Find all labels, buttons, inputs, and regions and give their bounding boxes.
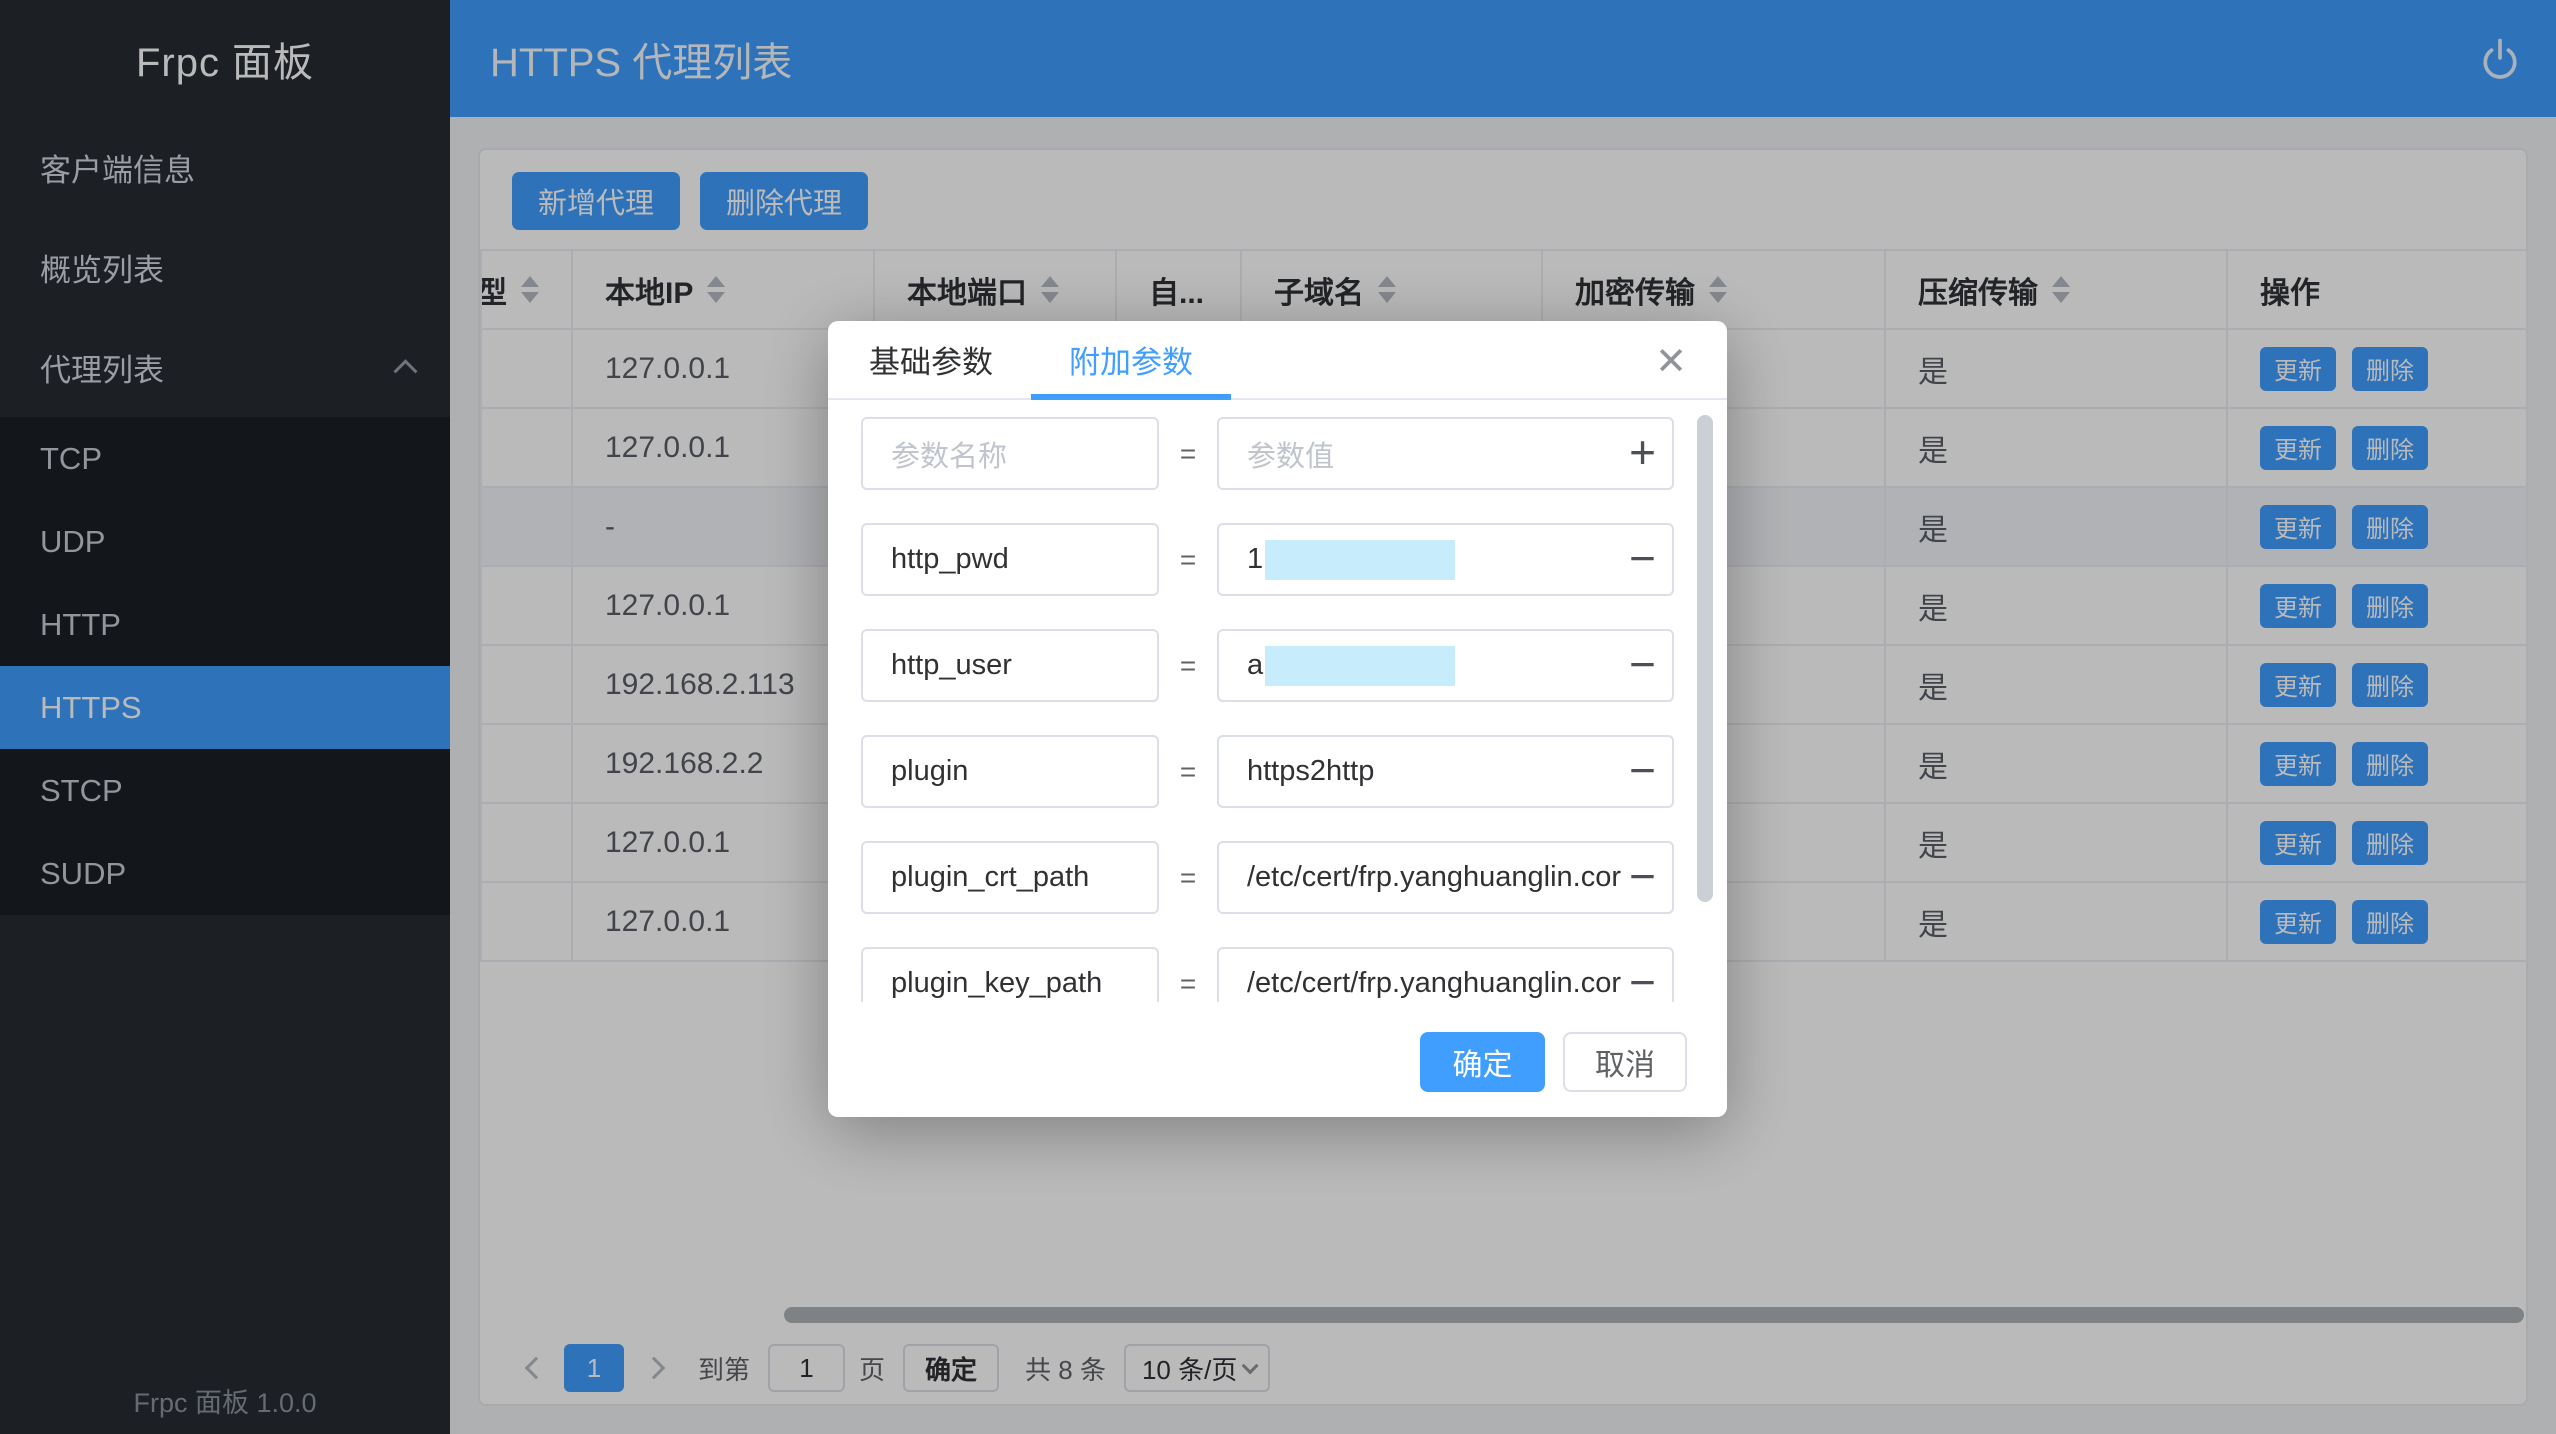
remove-param-icon[interactable]: − [1629,641,1656,687]
param-value-input[interactable]: 参数值 + [1217,417,1674,490]
param-value-input[interactable]: a − [1217,629,1674,702]
param-row: plugin = https2http − [861,735,1727,808]
param-name-input[interactable]: plugin_crt_path [861,841,1159,914]
masked-selection [1265,646,1455,686]
param-name-input[interactable]: http_pwd [861,523,1159,596]
param-name-input[interactable]: 参数名称 [861,417,1159,490]
equals-sign: = [1159,862,1217,894]
masked-selection [1265,540,1455,580]
remove-param-icon[interactable]: − [1629,747,1656,793]
remove-param-icon[interactable]: − [1629,853,1656,899]
param-value-input[interactable]: /etc/cert/frp.yanghuanglin.cor − [1217,947,1674,1002]
confirm-button[interactable]: 确定 [1420,1032,1545,1092]
param-value-input[interactable]: /etc/cert/frp.yanghuanglin.cor − [1217,841,1674,914]
param-row-new: 参数名称 = 参数值 + [861,417,1727,490]
param-row: plugin_crt_path = /etc/cert/frp.yanghuan… [861,841,1727,914]
param-name-input[interactable]: http_user [861,629,1159,702]
equals-sign: = [1159,544,1217,576]
param-name-input[interactable]: plugin_key_path [861,947,1159,1002]
proxy-params-dialog: 基础参数 附加参数 ✕ 参数名称 = 参数值 + http_pwd = 1 − [828,321,1727,1117]
equals-sign: = [1159,756,1217,788]
equals-sign: = [1159,650,1217,682]
dialog-scrollbar-thumb[interactable] [1697,415,1713,902]
param-row: http_pwd = 1 − [861,523,1727,596]
param-value-input[interactable]: https2http − [1217,735,1674,808]
tab-extra-params[interactable]: 附加参数 [1031,321,1231,398]
add-param-icon[interactable]: + [1629,429,1656,475]
close-icon[interactable]: ✕ [1649,337,1693,387]
equals-sign: = [1159,438,1217,470]
param-row: http_user = a − [861,629,1727,702]
param-row: plugin_key_path = /etc/cert/frp.yanghuan… [861,947,1727,1002]
remove-param-icon[interactable]: − [1629,959,1656,1002]
dialog-footer: 确定 取消 [828,1002,1727,1117]
remove-param-icon[interactable]: − [1629,535,1656,581]
equals-sign: = [1159,968,1217,1000]
dialog-body: 参数名称 = 参数值 + http_pwd = 1 − http_user = [828,400,1727,1002]
tab-basic-params[interactable]: 基础参数 [831,321,1031,398]
param-name-input[interactable]: plugin [861,735,1159,808]
cancel-button[interactable]: 取消 [1563,1032,1687,1092]
dialog-tabs: 基础参数 附加参数 ✕ [828,321,1727,400]
param-value-input[interactable]: 1 − [1217,523,1674,596]
